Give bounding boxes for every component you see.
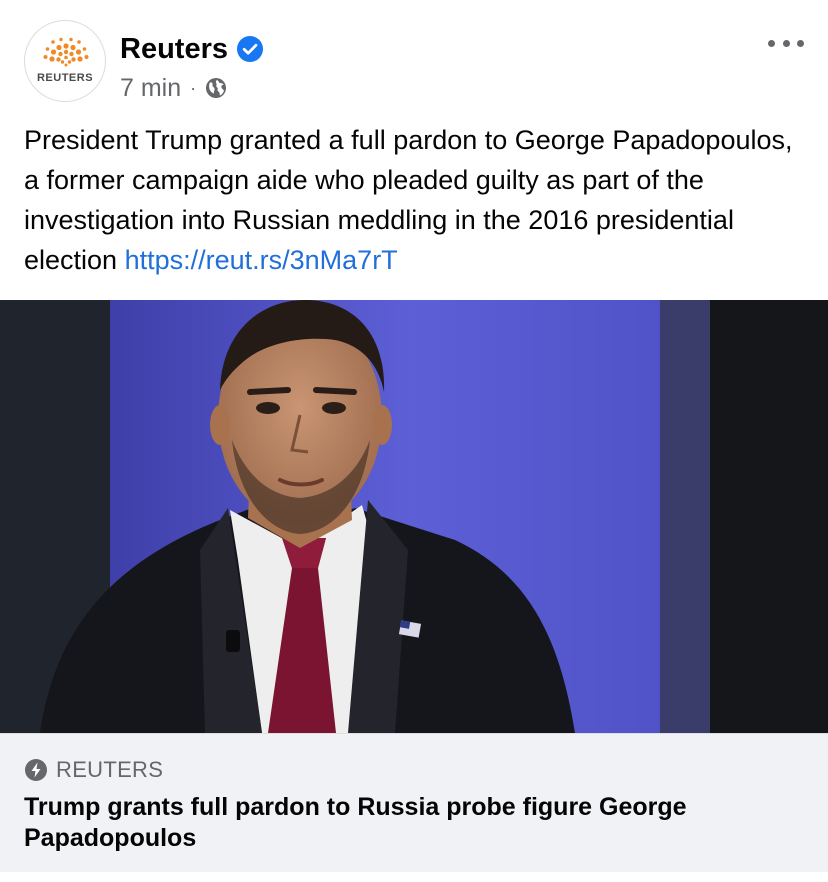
link-domain: REUTERS bbox=[56, 757, 164, 782]
post-caption: President Trump granted a full pardon to… bbox=[24, 120, 814, 280]
globe-icon[interactable] bbox=[205, 77, 227, 99]
link-domain-row: REUTERS bbox=[24, 757, 163, 783]
link-preview-card[interactable]: REUTERS Trump grants full pardon to Russ… bbox=[0, 733, 828, 872]
meta-separator: · bbox=[190, 77, 197, 98]
post-header: REUTERS Reuters 7 min · bbox=[0, 0, 828, 120]
portrait-illustration bbox=[0, 300, 828, 733]
more-options-icon bbox=[797, 39, 804, 47]
link-preview-image[interactable] bbox=[0, 300, 828, 733]
page-name[interactable]: Reuters bbox=[120, 33, 228, 66]
verified-badge-icon bbox=[237, 36, 263, 62]
more-options-icon bbox=[782, 39, 790, 47]
post-timestamp[interactable]: 7 min bbox=[120, 74, 181, 103]
link-headline[interactable]: Trump grants full pardon to Russia probe… bbox=[24, 792, 814, 854]
caption-link[interactable]: https://reut.rs/3nMa7rT bbox=[125, 245, 398, 275]
post-meta: 7 min · bbox=[120, 73, 227, 103]
reuters-logo-icon bbox=[43, 37, 89, 67]
page-avatar[interactable]: REUTERS bbox=[24, 20, 106, 102]
avatar-wordmark: REUTERS bbox=[36, 72, 94, 84]
more-options-button[interactable] bbox=[768, 36, 804, 50]
page-name-row: Reuters bbox=[120, 30, 263, 68]
more-options-icon bbox=[768, 39, 775, 47]
post-bottom-edge bbox=[0, 872, 828, 882]
lightning-bolt-icon bbox=[25, 759, 47, 781]
